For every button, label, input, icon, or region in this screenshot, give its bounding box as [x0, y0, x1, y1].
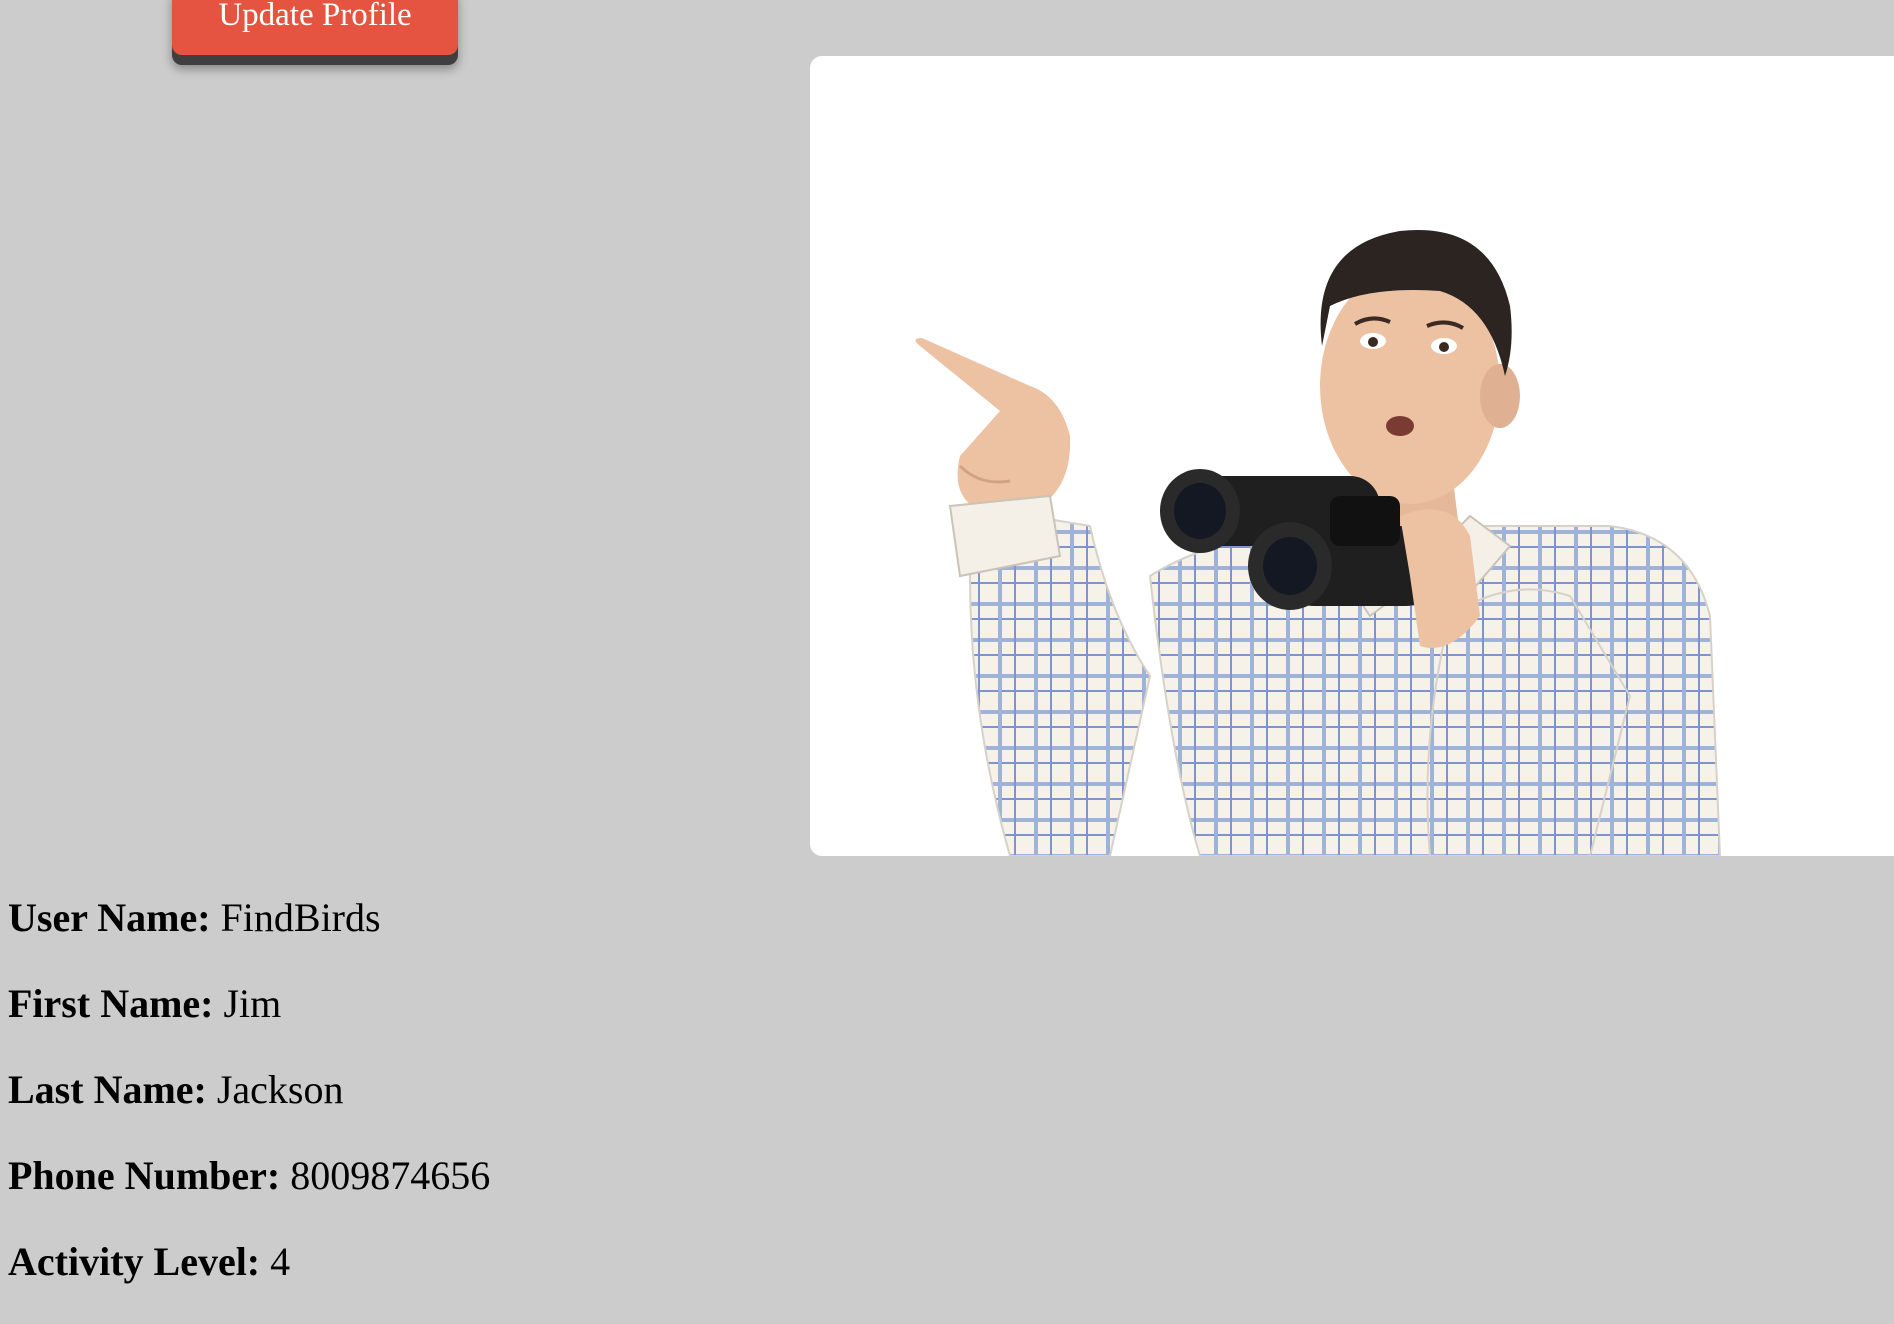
phone-number-row: Phone Number: 8009874656: [8, 1152, 490, 1238]
last-name-label: Last Name:: [8, 1067, 207, 1112]
last-name-value: Jackson: [216, 1067, 344, 1112]
user-name-value: FindBirds: [220, 895, 381, 940]
activity-level-row: Activity Level: 4: [8, 1238, 490, 1324]
update-profile-button[interactable]: Update Profile: [172, 0, 458, 55]
profile-details: User Name: FindBirds First Name: Jim Las…: [8, 894, 490, 1324]
first-name-value: Jim: [223, 981, 282, 1026]
first-name-label: First Name:: [8, 981, 214, 1026]
last-name-row: Last Name: Jackson: [8, 1066, 490, 1152]
profile-photo-card: [810, 56, 1894, 856]
phone-number-value: 8009874656: [290, 1153, 491, 1198]
first-name-row: First Name: Jim: [8, 980, 490, 1066]
user-name-label: User Name:: [8, 895, 211, 940]
activity-level-value: 4: [270, 1239, 291, 1284]
activity-level-label: Activity Level:: [8, 1239, 261, 1284]
profile-photo: [915, 229, 1722, 856]
phone-number-label: Phone Number:: [8, 1153, 281, 1198]
user-name-row: User Name: FindBirds: [8, 894, 490, 980]
